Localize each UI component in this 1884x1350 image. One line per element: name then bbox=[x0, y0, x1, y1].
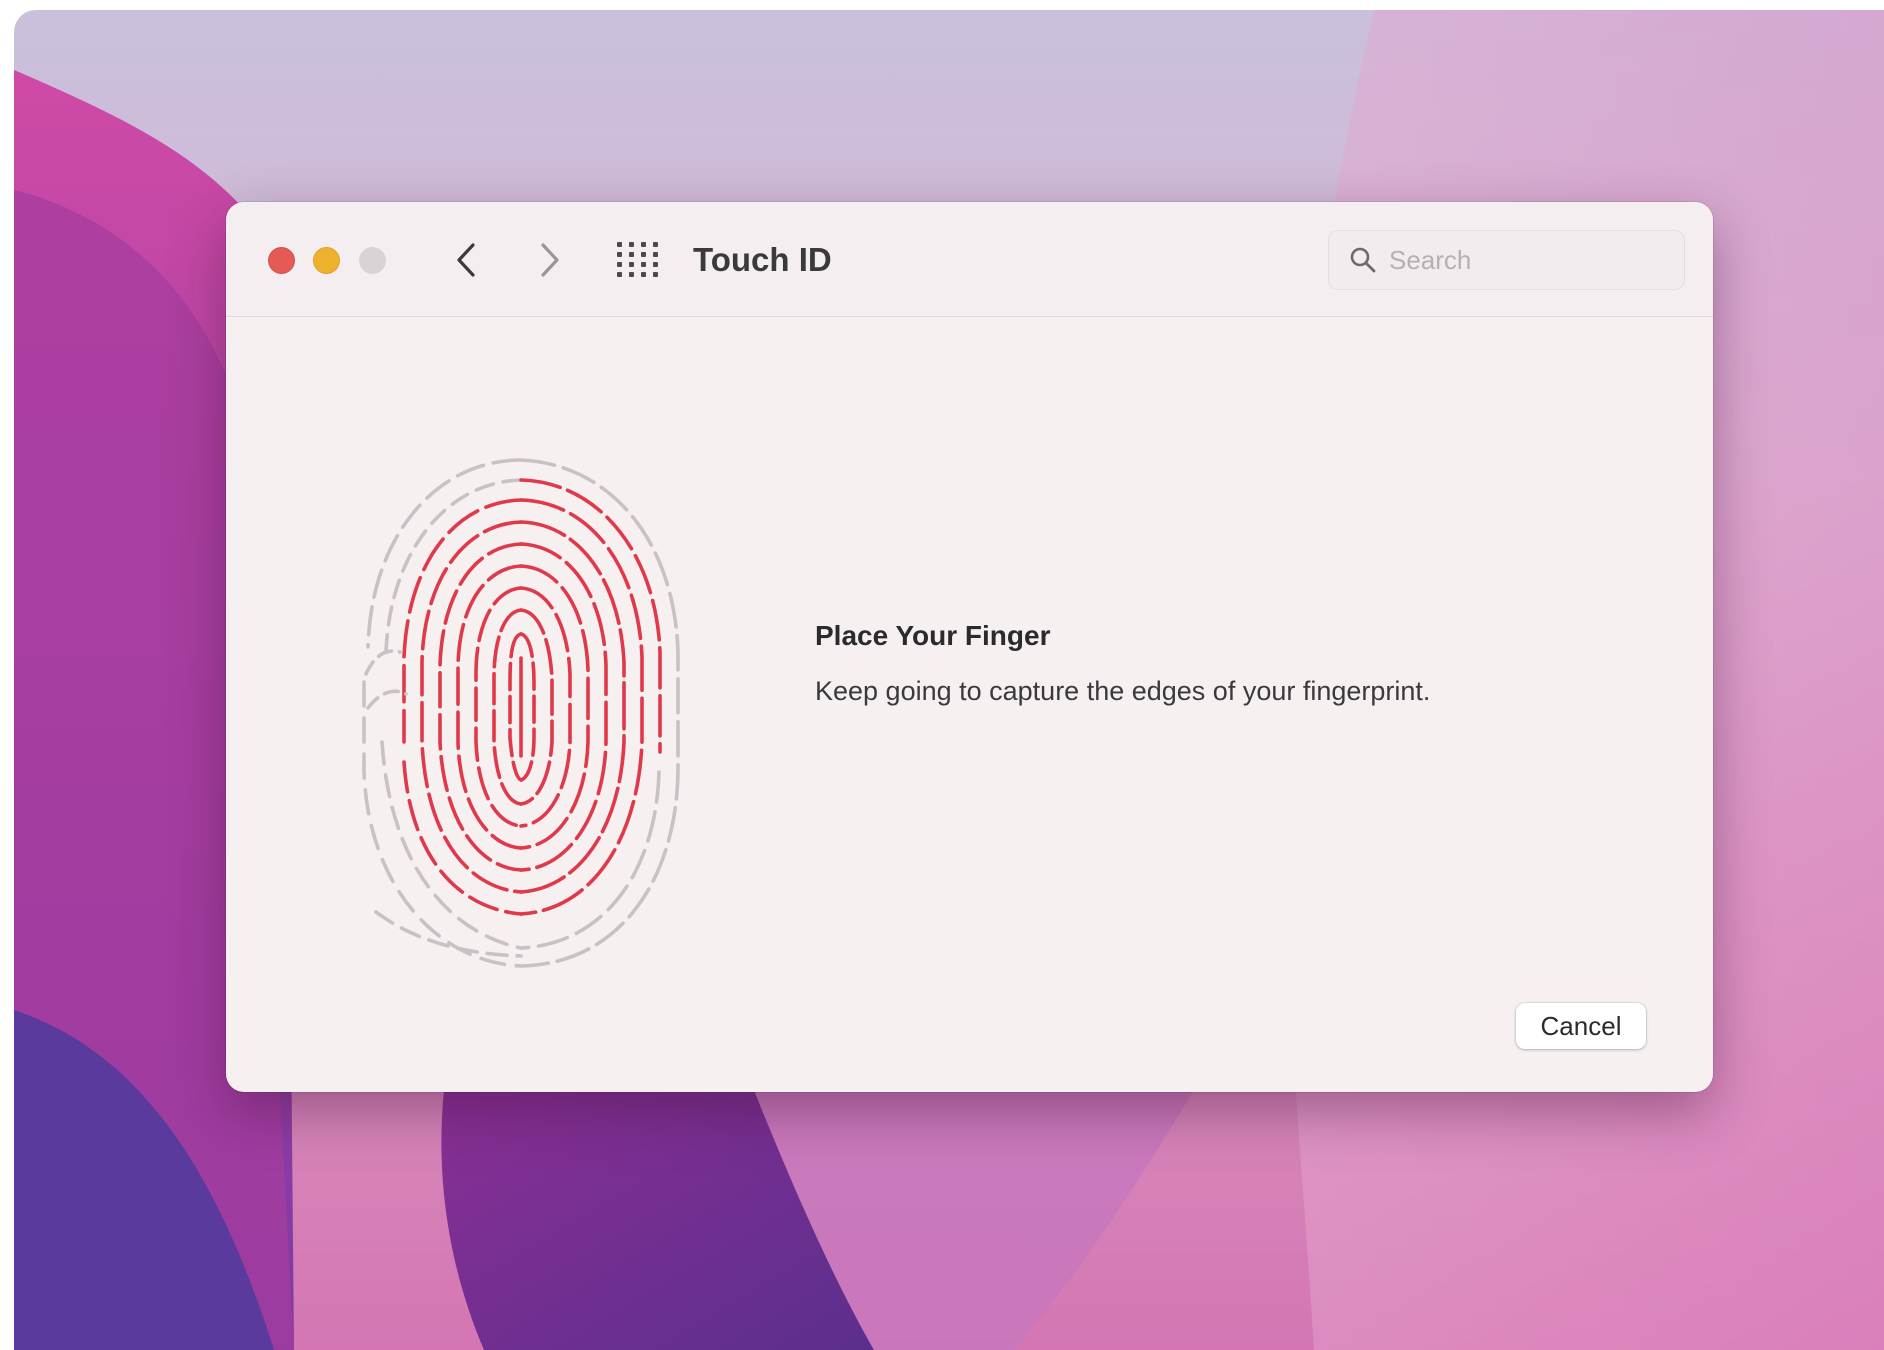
search-input[interactable] bbox=[1389, 231, 1674, 289]
instruction-heading: Place Your Finger bbox=[815, 620, 1051, 651]
window-title: Touch ID bbox=[693, 241, 832, 278]
forward-button[interactable] bbox=[528, 236, 572, 284]
touch-id-window: Touch ID Search Place Your Finger Keep g… bbox=[226, 202, 1713, 1092]
grid-icon bbox=[617, 242, 658, 277]
cancel-button[interactable]: Cancel bbox=[1516, 1003, 1646, 1049]
close-button[interactable] bbox=[268, 247, 295, 274]
show-all-button[interactable] bbox=[616, 240, 658, 280]
chevron-right-icon bbox=[541, 243, 559, 277]
fingerprint-icon bbox=[362, 458, 680, 968]
window-toolbar: Touch ID bbox=[226, 202, 1713, 317]
minimize-button[interactable] bbox=[313, 247, 340, 274]
search-icon bbox=[1350, 247, 1376, 273]
zoom-button bbox=[359, 247, 386, 274]
search-field[interactable] bbox=[1328, 230, 1685, 290]
instruction-message: Keep going to capture the edges of your … bbox=[815, 676, 1431, 706]
chevron-left-icon bbox=[457, 243, 475, 277]
back-button[interactable] bbox=[444, 236, 488, 284]
